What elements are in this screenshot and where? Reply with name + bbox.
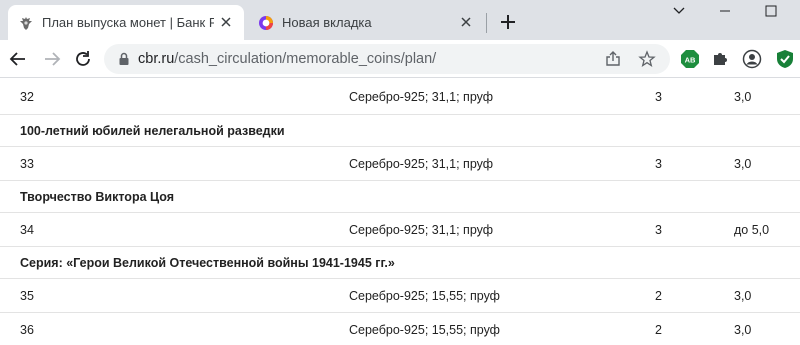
table-row: 32 Серебро-925; 31,1; пруф 3 3,0: [0, 79, 800, 115]
adblock-icon[interactable]: AB: [680, 49, 700, 69]
url-text[interactable]: cbr.ru/cash_circulation/memorable_coins/…: [138, 51, 436, 67]
series-title: Творчество Виктора Цоя: [20, 190, 175, 204]
table-row: 36 Серебро-925; 15,55; пруф 2 3,0: [0, 313, 800, 345]
coin-edition: 3,0: [734, 157, 752, 171]
table-row: 35 Серебро-925; 15,55; пруф 2 3,0: [0, 279, 800, 313]
coin-metal: Серебро-925; 31,1; пруф: [349, 157, 494, 171]
table-row: 34 Серебро-925; 31,1; пруф 3 до 5,0: [0, 213, 800, 247]
tab-title: План выпуска монет | Банк Рос: [42, 15, 214, 30]
yandex-browser-icon: [259, 15, 273, 30]
series-title: 100-летний юбилей нелегальной разведки: [20, 124, 285, 138]
bookmark-star-icon[interactable]: [638, 50, 656, 68]
close-tab-icon[interactable]: [218, 14, 234, 30]
new-tab-plus-icon[interactable]: [497, 11, 519, 33]
coin-number: 36: [20, 323, 34, 337]
coin-metal: Серебро-925; 31,1; пруф: [349, 223, 494, 237]
url-host: cbr.ru: [138, 51, 175, 67]
series-header-row: Творчество Виктора Цоя: [0, 181, 800, 213]
coin-edition: 3,0: [734, 323, 752, 337]
tab-title: Новая вкладка: [282, 15, 372, 30]
tab-search-chevron-icon[interactable]: [656, 0, 702, 30]
coin-quantity: 3: [655, 90, 662, 104]
forward-arrow-icon[interactable]: [40, 47, 64, 71]
coin-edition: 3,0: [734, 289, 752, 303]
coin-plan-table: 32 Серебро-925; 31,1; пруф 3 3,0 100-лет…: [0, 79, 800, 345]
tab-strip: План выпуска монет | Банк Рос Новая вкла…: [0, 0, 800, 40]
coin-number: 32: [20, 90, 34, 104]
profile-icon[interactable]: [742, 49, 762, 69]
share-icon[interactable]: [604, 50, 622, 68]
url-path: /cash_circulation/memorable_coins/plan/: [174, 51, 437, 67]
coin-quantity: 2: [655, 289, 662, 303]
tab-cbr-plan[interactable]: План выпуска монет | Банк Рос: [8, 5, 244, 40]
address-bar[interactable]: cbr.ru/cash_circulation/memorable_coins/…: [104, 44, 670, 74]
series-header-row: Серия: «Герои Великой Отечественной войн…: [0, 247, 800, 279]
coin-number: 33: [20, 157, 34, 171]
coin-edition: 3,0: [734, 90, 752, 104]
reload-icon[interactable]: [71, 47, 95, 71]
bank-of-russia-eagle-icon: [20, 16, 32, 30]
coin-quantity: 3: [655, 223, 662, 237]
table-row: 33 Серебро-925; 31,1; пруф 3 3,0: [0, 147, 800, 181]
coin-number: 35: [20, 289, 34, 303]
lock-icon[interactable]: [116, 51, 132, 67]
svg-text:AB: AB: [685, 56, 696, 65]
coin-metal: Серебро-925; 15,55; пруф: [349, 323, 500, 337]
coin-quantity: 2: [655, 323, 662, 337]
maximize-icon[interactable]: [748, 0, 794, 30]
coin-edition: до 5,0: [734, 223, 770, 237]
minimize-icon[interactable]: [702, 0, 748, 30]
series-header-row: 100-летний юбилей нелегальной разведки: [0, 115, 800, 147]
close-tab-icon[interactable]: [458, 14, 474, 30]
shield-icon[interactable]: [775, 49, 795, 69]
extensions-puzzle-icon[interactable]: [710, 49, 730, 69]
back-arrow-icon[interactable]: [6, 47, 30, 71]
coin-number: 34: [20, 223, 34, 237]
coin-metal: Серебро-925; 31,1; пруф: [349, 90, 494, 104]
tab-new-tab[interactable]: Новая вкладка: [248, 5, 484, 40]
tab-separator: [486, 13, 487, 33]
series-title: Серия: «Герои Великой Отечественной войн…: [20, 256, 395, 270]
coin-metal: Серебро-925; 15,55; пруф: [349, 289, 500, 303]
browser-toolbar: cbr.ru/cash_circulation/memorable_coins/…: [0, 40, 800, 78]
coin-quantity: 3: [655, 157, 662, 171]
